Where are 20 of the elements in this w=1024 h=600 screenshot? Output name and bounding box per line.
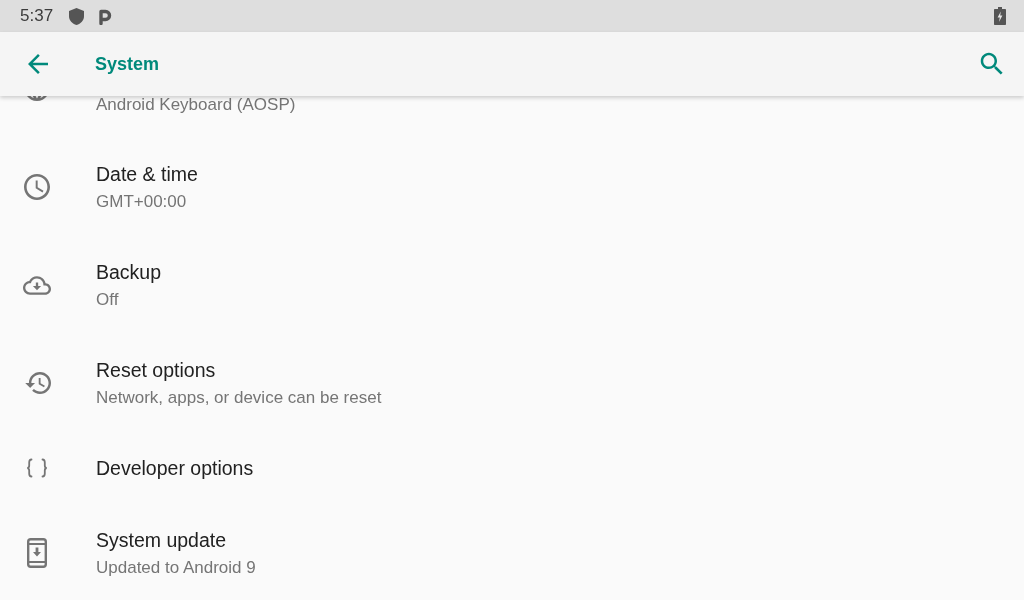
setting-title[interactable]: Developer options [96, 455, 254, 481]
setting-summary: Android Keyboard (AOSP) [96, 96, 296, 116]
cloud-download-icon [23, 275, 51, 295]
clock-icon [24, 174, 50, 200]
battery-charging-icon [994, 7, 1006, 25]
braces-icon [26, 458, 48, 478]
shield-icon [69, 7, 85, 25]
app-bar-title: System [95, 53, 161, 75]
history-icon [23, 371, 51, 395]
setting-summary: Network, apps, or device can be reset [96, 387, 382, 409]
setting-title[interactable]: Reset options [96, 357, 382, 383]
phone-download-icon [27, 538, 47, 568]
setting-summary: Off [96, 289, 120, 311]
setting-title[interactable]: Backup [96, 259, 162, 285]
p-icon [98, 7, 113, 25]
setting-summary: GMT+00:00 [96, 191, 188, 213]
setting-title[interactable]: Date & time [96, 161, 198, 187]
setting-summary: Updated to Android 9 [96, 557, 256, 579]
status-time: 5:37 [20, 6, 54, 26]
setting-title[interactable]: System update [96, 527, 256, 553]
